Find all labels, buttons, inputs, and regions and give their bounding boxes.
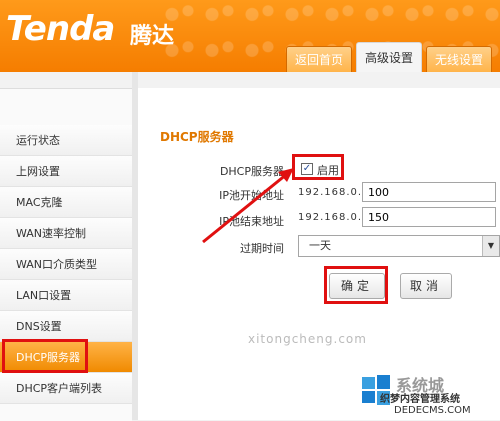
dhcp-enable-label: 启用: [317, 164, 339, 177]
sidebar-item-lan[interactable]: LAN口设置: [0, 280, 132, 311]
tab-wireless-settings[interactable]: 无线设置: [426, 46, 493, 72]
tab-home[interactable]: 返回首页: [286, 46, 353, 72]
lease-time-select[interactable]: 一天 ▼: [298, 235, 500, 257]
ip-pool-start-prefix: 192.168.0.: [298, 187, 363, 198]
header-bar: Tenda 腾达 返回首页 高级设置 无线设置: [0, 0, 500, 72]
ip-pool-end-prefix: 192.168.0.: [298, 212, 363, 223]
sidebar-item-mac-clone[interactable]: MAC克隆: [0, 187, 132, 218]
ip-pool-start-input[interactable]: [362, 182, 496, 202]
brand-slogan: 织梦内容管理系统: [380, 394, 460, 405]
chevron-down-icon[interactable]: ▼: [482, 236, 499, 256]
tenda-logo-cn: 腾达: [130, 24, 175, 49]
sidebar-item-wan-rate[interactable]: WAN速率控制: [0, 218, 132, 249]
tab-advanced-settings[interactable]: 高级设置: [356, 42, 423, 72]
sidebar-item-dhcp-server[interactable]: DHCP服务器: [0, 342, 132, 373]
dhcp-server-label: DHCP服务器: [219, 165, 284, 178]
sidebar: 运行状态 上网设置 MAC克隆 WAN速率控制 WAN口介质类型 LAN口设置 …: [0, 88, 132, 421]
top-tabs: 返回首页 高级设置 无线设置: [286, 42, 496, 72]
tenda-logo: Tenda: [6, 9, 115, 49]
sidebar-item-dhcp-clients[interactable]: DHCP客户端列表: [0, 373, 132, 404]
ip-pool-start-label: IP池开始地址: [219, 189, 284, 202]
section-title: DHCP服务器: [160, 130, 234, 144]
sidebar-item-dns[interactable]: DNS设置: [0, 311, 132, 342]
watermark-text: xitongcheng.com: [248, 332, 367, 346]
ip-pool-end-label: IP池结束地址: [219, 215, 284, 228]
main-panel: DHCP服务器 DHCP服务器 ✓ 启用 IP池开始地址 192.168.0. …: [138, 88, 500, 420]
lease-time-label: 过期时间: [240, 242, 284, 255]
lease-time-value: 一天: [309, 239, 331, 252]
ok-button[interactable]: 确定: [329, 273, 385, 299]
cancel-button[interactable]: 取消: [400, 273, 452, 299]
dhcp-enable-checkbox[interactable]: ✓: [301, 163, 313, 175]
ip-pool-end-input[interactable]: [362, 207, 496, 227]
brand-site: DEDECMS.COM: [394, 405, 471, 416]
sidebar-item-wan-media[interactable]: WAN口介质类型: [0, 249, 132, 280]
brand-corner: 系统城 织梦内容管理系统 DEDECMS.COM: [360, 372, 500, 420]
sidebar-item-status[interactable]: 运行状态: [0, 125, 132, 156]
sidebar-item-internet[interactable]: 上网设置: [0, 156, 132, 187]
